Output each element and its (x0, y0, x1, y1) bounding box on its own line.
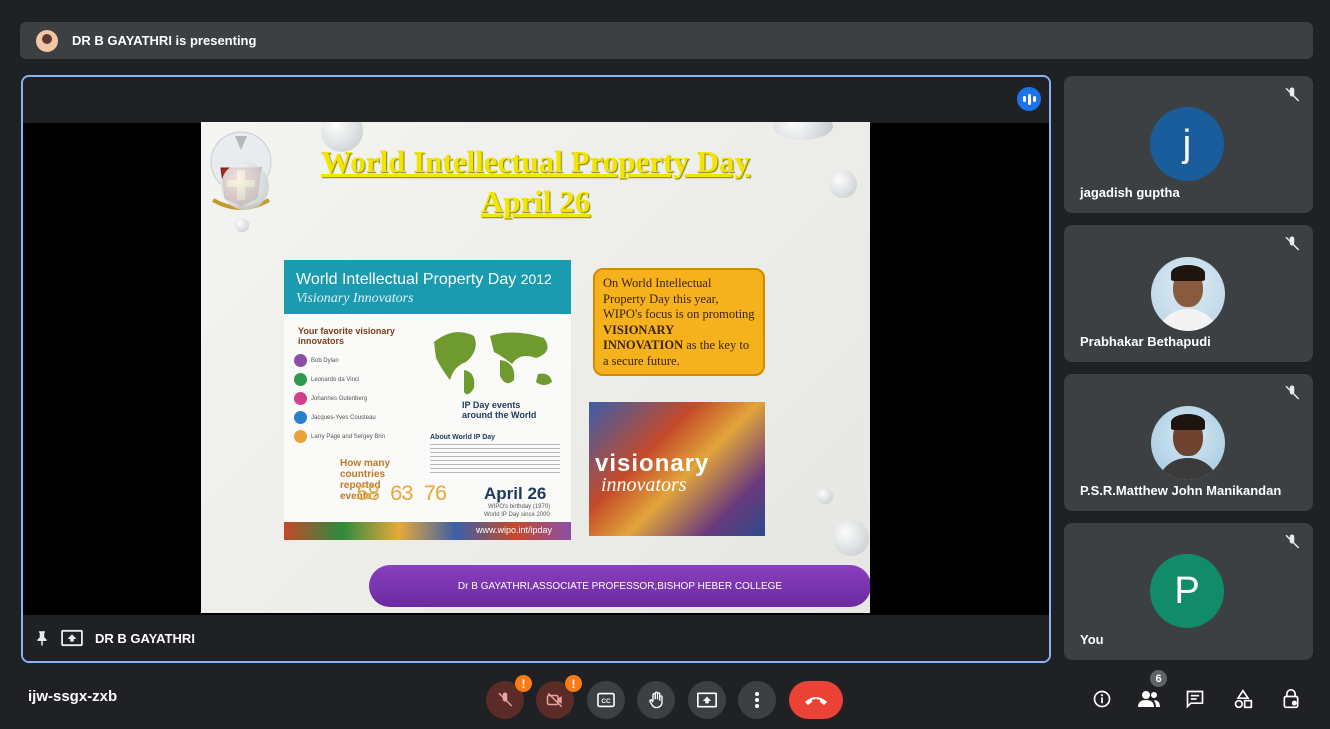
meeting-details-button[interactable] (1089, 686, 1115, 712)
more-icon (755, 692, 759, 708)
poster-date-note: World IP Day since 2000 (484, 512, 550, 518)
captions-icon: CC (597, 692, 615, 708)
participant-tile[interactable]: Prabhakar Bethapudi (1064, 225, 1313, 362)
participant-tile-self[interactable]: P You (1064, 523, 1313, 660)
participant-tile[interactable]: j jagadish guptha (1064, 76, 1313, 213)
captions-button[interactable]: CC (587, 681, 625, 719)
presenting-banner: DR B GAYATHRI is presenting (20, 22, 1313, 59)
info-icon (1093, 690, 1111, 708)
host-controls-button[interactable] (1278, 686, 1304, 712)
avatar (1151, 257, 1225, 331)
camera-toggle-button[interactable]: ! (536, 675, 582, 719)
participant-tile[interactable]: P.S.R.Matthew John Manikandan (1064, 374, 1313, 511)
ip-day-poster: World Intellectual Property Day 2012 Vis… (284, 260, 571, 540)
participant-name: You (1080, 632, 1104, 647)
meeting-code[interactable]: ijw-ssgx-zxb (28, 688, 117, 705)
warning-badge: ! (515, 675, 532, 692)
camera-off-icon (546, 692, 563, 708)
present-now-button[interactable] (688, 681, 726, 719)
presentation-slide: World Intellectual Property Day April 26… (201, 122, 870, 613)
poster-subheading: Visionary Innovators (296, 291, 414, 306)
innovator-item: Johannes Gutenberg (311, 395, 368, 402)
more-options-button[interactable] (738, 681, 776, 719)
chat-icon (1186, 690, 1204, 709)
poster-counts: 58 63 76 (356, 482, 448, 507)
present-icon (61, 629, 83, 647)
present-icon (697, 692, 717, 708)
people-button[interactable] (1136, 686, 1162, 712)
pin-icon[interactable] (33, 629, 51, 647)
focus-box: On World Intellectual Property Day this … (593, 268, 765, 376)
slide-title: World Intellectual Property Day (320, 144, 751, 179)
mic-off-icon (1285, 534, 1300, 549)
innovator-item: Leonardo da Vinci (311, 376, 360, 383)
poster-body-text (430, 444, 560, 474)
avatar (1151, 406, 1225, 480)
host-controls-icon (1283, 689, 1299, 709)
poster-url: www.wipo.int/ipday (476, 525, 553, 535)
mic-off-icon (1285, 385, 1300, 400)
participant-name: Prabhakar Bethapudi (1080, 334, 1211, 349)
poster-heading: World Intellectual Property Day (296, 271, 517, 288)
collage-word: innovators (601, 474, 687, 496)
innovator-item: Jacques-Yves Cousteau (311, 414, 376, 421)
warning-badge: ! (565, 675, 582, 692)
speaking-icon (1017, 87, 1041, 111)
avatar: P (1150, 554, 1224, 628)
people-count-badge: 6 (1150, 670, 1167, 687)
poster-about: About World IP Day (430, 434, 496, 441)
activities-button[interactable] (1230, 686, 1256, 712)
innovators-list: Bob Dylan Leonardo da Vinci Johannes Gut… (294, 352, 414, 445)
participant-name: jagadish guptha (1080, 185, 1180, 200)
people-icon (1138, 691, 1160, 707)
presenting-text: DR B GAYATHRI is presenting (72, 33, 257, 48)
presenter-avatar (36, 29, 58, 52)
focus-text-bold: VISIONARY INNOVATION (603, 322, 684, 353)
presenter-label: DR B GAYATHRI (95, 630, 195, 646)
focus-text: On World Intellectual Property Day this … (603, 276, 755, 321)
activities-icon (1234, 689, 1253, 709)
avatar: j (1150, 107, 1224, 181)
poster-header: World Intellectual Property Day 2012 Vis… (284, 260, 571, 314)
poster-favorites: Your favorite visionary innovators (298, 326, 395, 346)
poster-date: April 26 (484, 484, 547, 503)
raise-hand-button[interactable] (637, 681, 675, 719)
end-call-button[interactable] (789, 681, 843, 719)
slide-footer: Dr B GAYATHRI,ASSOCIATE PROFESSOR,BISHOP… (369, 565, 870, 607)
participant-name: P.S.R.Matthew John Manikandan (1080, 483, 1282, 498)
poster-date-note: WIPO's birthday (1970) (488, 504, 551, 510)
mic-toggle-button[interactable]: ! (486, 675, 532, 719)
end-call-icon (805, 697, 827, 705)
innovator-item: Larry Page and Sergey Brin (311, 433, 386, 440)
stage-bottom-bar: DR B GAYATHRI (23, 615, 1049, 661)
visionary-collage: visionary innovators (589, 402, 765, 536)
poster-year: 2012 (520, 271, 552, 287)
innovator-item: Bob Dylan (311, 357, 339, 364)
mic-off-icon (1285, 87, 1300, 102)
poster-events: IP Day events around the World (462, 400, 537, 420)
svg-text:CC: CC (601, 698, 611, 705)
main-stage[interactable]: World Intellectual Property Day April 26… (21, 75, 1051, 663)
chat-button[interactable] (1182, 686, 1208, 712)
world-map-icon (434, 332, 552, 395)
stage-top-bar (23, 77, 1049, 123)
mic-off-icon (498, 692, 513, 707)
raise-hand-icon (649, 691, 663, 709)
mic-off-icon (1285, 236, 1300, 251)
slide-date: April 26 (480, 184, 591, 219)
